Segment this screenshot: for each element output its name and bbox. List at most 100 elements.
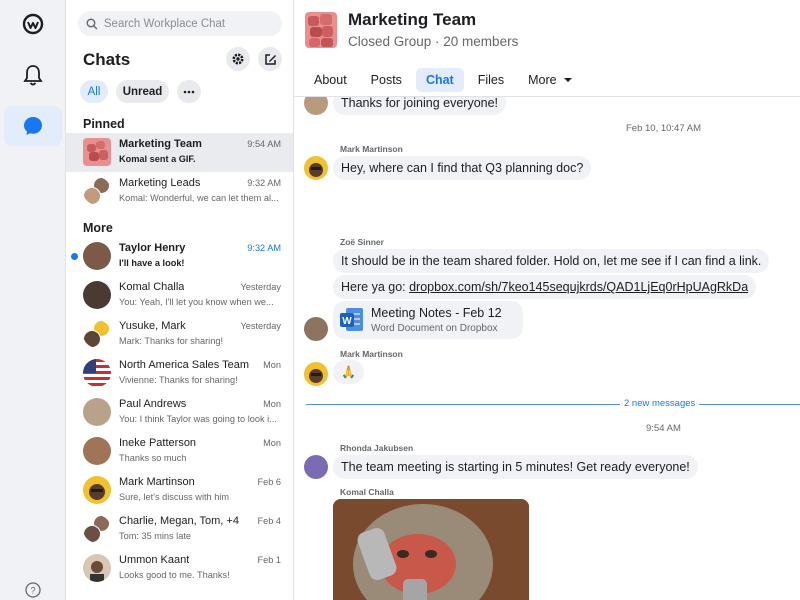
caret-down-icon [563,78,572,82]
message-bubble: The team meeting is starting in 5 minute… [333,455,698,479]
chat-item-preview: Thanks so much [119,453,187,463]
sender-name: Rhonda Jakubsen [340,443,414,453]
chat-item-name: Mark Martinson [119,476,195,488]
svg-text:?: ? [30,586,35,596]
timestamp: 9:54 AM [646,423,681,434]
new-message-button[interactable] [258,47,282,71]
avatar [304,156,328,180]
chat-item-preview: Komal: Wonderful, we can let them al... [119,193,279,203]
avatar [83,437,111,465]
chat-item-time: Mon [263,438,281,448]
avatar [304,362,328,386]
chat-item-name: Marketing Leads [119,177,201,189]
search-box[interactable] [78,11,282,36]
compose-icon [264,53,276,65]
tab-files[interactable]: Files [468,68,514,92]
chat-item-time: Feb 6 [257,477,282,487]
avatar [83,476,111,504]
sender-name: Zoë Sinner [340,237,384,247]
chat-item-name: Paul Andrews [119,398,187,410]
chat-item-preview: You: I think Taylor was going to look i.… [119,414,277,424]
sender-name: Mark Martinson [340,144,403,154]
avatar [83,281,111,309]
chat-item-preview: Mark: Thanks for sharing! [119,336,223,346]
attachment-title: Meeting Notes - Feb 12 [371,306,502,320]
avatar [83,398,111,426]
tab-chat[interactable]: Chat [415,68,464,92]
more-dots-icon [183,90,195,93]
chat-item-yusuke-mark[interactable]: Yusuke, Mark Mark: Thanks for sharing! Y… [66,315,293,354]
avatar [304,317,328,341]
chat-item-preview: Looks good to me. Thanks! [119,570,230,580]
chat-item-ineke-patterson[interactable]: Ineke Patterson Thanks so much Mon [66,432,293,471]
timestamp: Feb 10, 10:47 AM [626,123,701,134]
message-thread: Thanks for joining everyone! Feb 10, 10:… [294,97,800,600]
reaction-bubble: 🙏 [333,360,364,384]
message-bubble-link: Here ya go: dropbox.com/sh/7keo145sequjk… [333,275,757,299]
message-bubble: Thanks for joining everyone! [333,97,507,115]
chat-item-preview: Sure, let's discuss with him [119,492,229,502]
chat-item-mark-martinson[interactable]: Mark Martinson Sure, let's discuss with … [66,471,293,510]
more-section-label: More [83,221,113,235]
svg-text:W: W [342,316,352,327]
chat-item-name: Ineke Patterson [119,437,197,449]
filter-more-button[interactable] [177,80,201,103]
pinned-section-label: Pinned [83,117,125,131]
chat-item-name: North America Sales Team [119,359,249,371]
chat-item-time: Feb 1 [257,555,282,565]
tab-posts[interactable]: Posts [361,68,412,92]
app-rail: ? [0,0,66,600]
conversation-title: Marketing Team [348,10,477,29]
group-photo[interactable] [305,12,337,48]
gif-image[interactable] [333,499,529,600]
avatar [83,242,111,270]
new-messages-divider [306,404,800,405]
tab-more[interactable]: More [518,68,583,92]
search-icon [86,18,98,29]
settings-gear-button[interactable] [226,47,250,71]
chat-item-preview: Vivienne: Thanks for sharing! [119,375,238,385]
chat-item-name: Yusuke, Mark [119,320,186,332]
gear-icon [232,53,244,65]
chat-item-paul-andrews[interactable]: Paul Andrews You: I think Taylor was goi… [66,393,293,432]
new-messages-label: 2 new messages [620,398,700,409]
tab-about[interactable]: About [304,68,357,92]
chat-item-marketing-leads[interactable]: Marketing Leads Komal: Wonderful, we can… [66,172,293,211]
attachment-subtitle: Word Document on Dropbox [371,323,498,334]
avatar [304,455,328,479]
filter-all[interactable]: All [80,80,108,103]
dropbox-link[interactable]: dropbox.com/sh/7keo145sequjkrds/QAD1LjEq… [409,280,748,294]
filter-unread[interactable]: Unread [116,80,169,103]
chat-item-time: Yesterday [240,321,281,331]
workplace-logo-icon[interactable] [4,4,62,44]
chat-item-time: Mon [263,399,281,409]
chat-item-north-america-sales[interactable]: North America Sales Team Vivienne: Thank… [66,354,293,393]
attachment-card[interactable]: W Meeting Notes - Feb 12 Word Document o… [333,301,523,339]
notifications-bell-icon[interactable] [4,55,62,95]
chat-bubble-icon[interactable] [4,106,62,146]
message-bubble: Hey, where can I find that Q3 planning d… [333,156,592,180]
chat-item-komal-challa[interactable]: Komal Challa You: Yeah, I'll let you kno… [66,276,293,315]
chat-item-time: Feb 4 [257,516,282,526]
chat-item-time: Yesterday [240,282,281,292]
chat-item-marketing-team[interactable]: Marketing Team Komal sent a GIF. 9:54 AM [66,133,293,172]
chat-item-preview: Tom: 35 mins late [119,531,191,541]
group-avatar [83,138,111,166]
chat-item-name: Ummon Kaant [119,554,190,566]
group-avatar [83,320,111,348]
chat-item-ummon-kaant[interactable]: Ummon Kaant Looks good to me. Thanks! Fe… [66,549,293,588]
unread-indicator [71,253,78,260]
chat-item-name: Marketing Team [119,138,202,150]
message-bubble: It should be in the team shared folder. … [333,249,770,273]
help-icon[interactable]: ? [4,578,62,600]
chat-item-taylor-henry[interactable]: Taylor Henry I'll have a look! 9:32 AM [66,237,293,276]
tab-more-label: More [528,73,557,87]
chat-item-time: 9:32 AM [247,243,281,253]
group-avatar [83,515,111,543]
avatar [83,554,111,582]
sender-name: Komal Challa [340,487,394,497]
sender-name: Mark Martinson [340,349,403,359]
search-input[interactable] [103,17,282,30]
message-text: Here ya go: [341,280,410,294]
chat-item-charlie-megan-tom[interactable]: Charlie, Megan, Tom, +4 Tom: 35 mins lat… [66,510,293,549]
